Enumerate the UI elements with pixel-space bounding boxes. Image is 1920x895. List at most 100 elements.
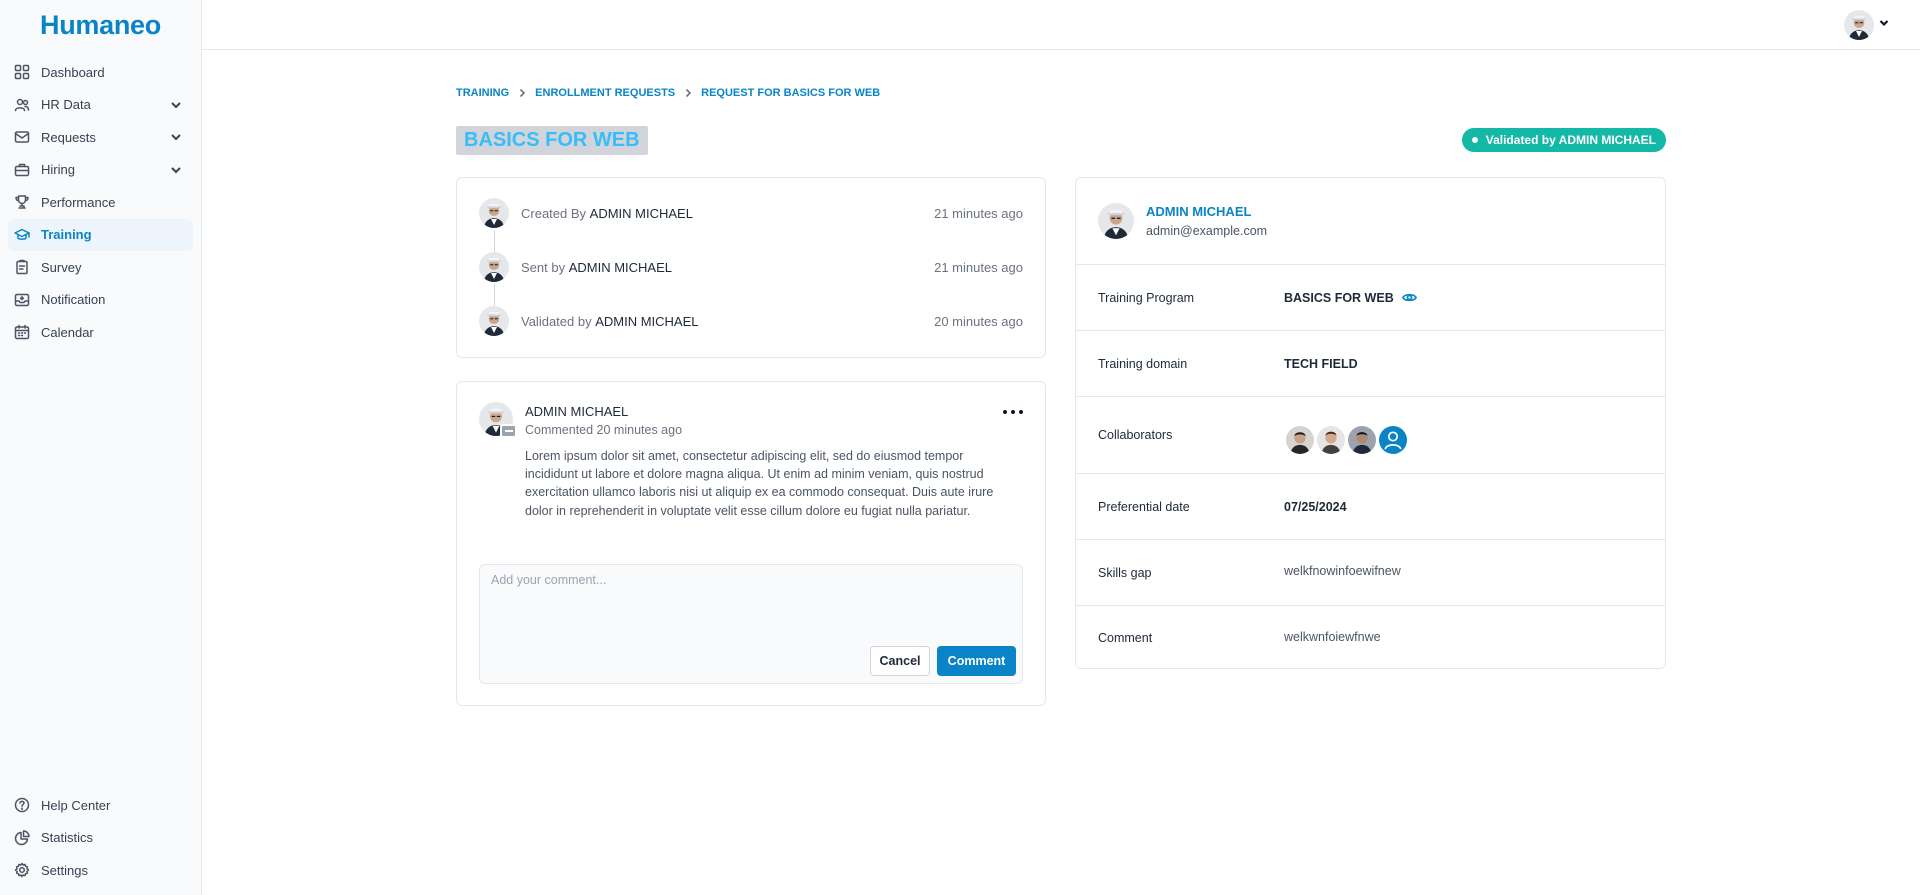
sidebar-bottom-nav: Help Center Statistics Settings (8, 789, 193, 887)
detail-value: BASICS FOR WEB (1284, 290, 1417, 305)
timeline-item: Sent by ADMIN MICHAEL 21 minutes ago (479, 252, 1023, 282)
sidebar-item-label: Help Center (41, 797, 111, 813)
sidebar-item-label: Training (41, 227, 92, 242)
timeline-item: Validated by ADMIN MICHAEL 20 minutes ag… (479, 306, 1023, 336)
sidebar-item-training[interactable]: Training (8, 218, 193, 251)
chevron-down-icon[interactable] (169, 98, 183, 112)
help-circle-icon (14, 797, 30, 813)
status-badge: Validated by ADMIN MICHAEL (1461, 128, 1666, 152)
calendar-icon (14, 324, 30, 340)
detail-row-training-program: Training Program BASICS FOR WEB (1076, 265, 1665, 331)
requester-name[interactable]: ADMIN MICHAEL (1146, 204, 1267, 219)
sidebar-item-label: HR Data (41, 97, 91, 112)
timeline-connector (494, 284, 495, 308)
mail-icon (14, 129, 30, 145)
avatar (1098, 203, 1134, 239)
avatar[interactable] (1284, 424, 1316, 456)
sidebar-item-label: Performance (41, 194, 116, 210)
avatar (1844, 10, 1874, 40)
sidebar-item-help-center[interactable]: Help Center (8, 789, 193, 821)
sidebar-item-label: Notification (41, 292, 106, 307)
more-options-icon[interactable] (1003, 406, 1023, 418)
user-placeholder-icon[interactable] (1377, 424, 1409, 456)
comments-card: ADMIN MICHAEL Commented 20 minutes ago L… (456, 381, 1046, 706)
detail-value: welkfnowinfoewifnew (1284, 564, 1401, 578)
chevron-down-icon[interactable] (169, 130, 183, 144)
sidebar-item-hr-data[interactable]: HR Data (8, 89, 193, 121)
sidebar-item-statistics[interactable]: Statistics (8, 822, 193, 854)
sidebar-item-requests[interactable]: Requests (8, 121, 193, 153)
eye-icon[interactable] (1401, 290, 1417, 305)
comment-body: Lorem ipsum dolor sit amet, consectetur … (525, 449, 994, 518)
chevron-right-icon (517, 88, 527, 98)
detail-label: Collaborators (1098, 428, 1173, 442)
avatar (479, 252, 509, 282)
sidebar-item-survey[interactable]: Survey (8, 251, 193, 283)
comment-composer: Cancel Comment (479, 564, 1023, 684)
detail-row-training-domain: Training domain TECH FIELD (1076, 331, 1665, 397)
detail-label: Training Program (1098, 290, 1195, 305)
sidebar-item-calendar[interactable]: Calendar (8, 316, 193, 348)
comment-header: ADMIN MICHAEL Commented 20 minutes ago (479, 402, 682, 438)
timeline-actor-name: ADMIN MICHAEL (595, 313, 699, 329)
timeline-action: Validated by (521, 313, 592, 329)
timeline-actor: Sent by ADMIN MICHAEL (521, 260, 934, 275)
sidebar-item-label: Survey (41, 259, 82, 275)
detail-row-preferential-date: Preferential date 07/25/2024 (1076, 474, 1665, 540)
status-badge-label: Validated by ADMIN MICHAEL (1485, 133, 1656, 147)
chevron-down-icon[interactable] (169, 163, 183, 177)
requester-email: admin@example.com (1146, 224, 1268, 238)
request-details-card: ADMIN MICHAEL admin@example.com Training… (1075, 177, 1666, 669)
timeline-actor: Validated by ADMIN MICHAEL (521, 314, 934, 329)
breadcrumb-item-current[interactable]: REQUEST FOR BASICS FOR WEB (701, 87, 880, 99)
avatar[interactable] (1346, 424, 1378, 456)
sidebar-item-label: Requests (41, 129, 96, 145)
app-logo[interactable]: Humaneo (0, 0, 201, 50)
page-title: BASICS FOR WEB (456, 126, 648, 155)
trophy-icon (14, 194, 30, 210)
chevron-down-icon (1874, 16, 1890, 34)
avatar[interactable] (1315, 424, 1347, 456)
chat-bubble-icon (500, 424, 517, 438)
sidebar-nav: Dashboard HR Data Requests Hiring Perfor… (8, 56, 193, 349)
submit-comment-button[interactable]: Comment (937, 646, 1016, 676)
avatar (479, 306, 509, 336)
chevron-right-icon (683, 88, 693, 98)
detail-label: Comment (1098, 631, 1153, 645)
sidebar-item-dashboard[interactable]: Dashboard (8, 56, 193, 88)
sidebar-item-hiring[interactable]: Hiring (8, 154, 193, 186)
comment-author: ADMIN MICHAEL (525, 404, 629, 419)
timeline-time: 21 minutes ago (934, 259, 1023, 275)
comment-input[interactable] (480, 565, 1022, 635)
cancel-button[interactable]: Cancel (870, 646, 930, 676)
detail-label: Training domain (1098, 356, 1188, 371)
sidebar-item-label: Settings (41, 862, 88, 878)
detail-row-collaborators: Collaborators (1076, 397, 1665, 474)
user-menu[interactable] (1844, 10, 1890, 40)
timeline-connector (494, 230, 495, 254)
sidebar-item-settings[interactable]: Settings (8, 854, 193, 886)
training-program-name: BASICS FOR WEB (1284, 290, 1394, 305)
sidebar-item-notification[interactable]: Notification (8, 284, 193, 316)
detail-value: welkwnfoiewfnwe (1284, 629, 1381, 644)
timeline-time: 20 minutes ago (934, 313, 1023, 329)
graduation-cap-icon (14, 227, 30, 243)
detail-label: Skills gap (1098, 565, 1152, 580)
briefcase-icon (14, 162, 30, 178)
timeline-actor-name: ADMIN MICHAEL (568, 259, 673, 275)
breadcrumb-item-training[interactable]: TRAINING (456, 87, 509, 99)
breadcrumb: TRAINING ENROLLMENT REQUESTS REQUEST FOR… (456, 87, 880, 99)
inbox-icon (14, 292, 30, 308)
request-timeline-card: Created By ADMIN MICHAEL 21 minutes ago … (456, 177, 1046, 358)
users-icon (14, 97, 30, 113)
clipboard-icon (14, 259, 30, 275)
sidebar-item-label: Calendar (41, 324, 94, 340)
sidebar-item-performance[interactable]: Performance (8, 186, 193, 218)
gear-icon (14, 862, 30, 878)
collaborators-list (1284, 424, 1409, 456)
comment-avatar (479, 402, 517, 438)
topbar (202, 0, 1920, 50)
sidebar: Humaneo Dashboard HR Data Requests Hirin… (0, 0, 202, 895)
breadcrumb-item-enrollment-requests[interactable]: ENROLLMENT REQUESTS (535, 87, 675, 99)
grid-icon (14, 64, 30, 80)
